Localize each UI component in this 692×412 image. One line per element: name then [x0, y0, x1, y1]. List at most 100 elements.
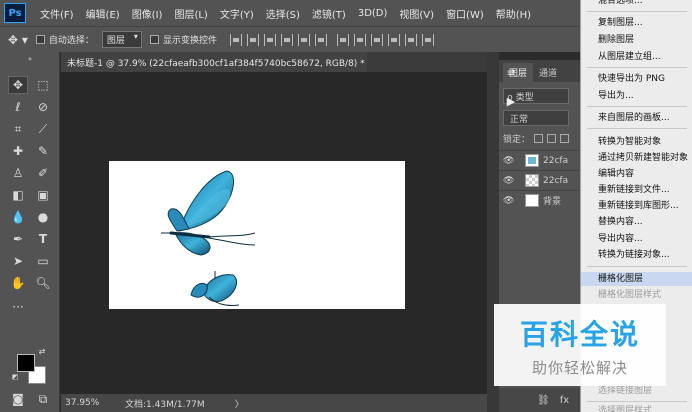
panel-options-icon[interactable]: ≡ — [504, 66, 518, 80]
fx-button[interactable]: fx — [560, 395, 569, 406]
distribute-right-icon[interactable] — [421, 33, 434, 46]
layer-name: 22cfa — [543, 175, 569, 186]
menu-edit[interactable]: 编辑(E) — [86, 6, 120, 21]
healing-brush-icon[interactable]: ✚ — [8, 142, 28, 160]
menu-item-relink-to-file[interactable]: 重新链接到文件... — [581, 183, 692, 197]
align-bottom-icon[interactable] — [263, 33, 276, 46]
menu-file[interactable]: 文件(F) — [40, 6, 74, 21]
lock-position-icon[interactable] — [560, 134, 570, 143]
status-arrow-icon[interactable]: 〉 — [235, 397, 244, 410]
menu-select[interactable]: 选择(S) — [266, 6, 300, 21]
eyedropper-icon[interactable]: ⟋ — [33, 120, 53, 138]
align-buttons — [225, 33, 434, 46]
menu-separator — [587, 128, 687, 129]
watermark-title: 百科全说 — [519, 317, 640, 351]
layer-name: 背景 — [543, 197, 562, 207]
move-tool-icon[interactable]: ✥ ▾ — [8, 33, 28, 47]
clone-stamp-icon[interactable]: ♙ — [8, 164, 28, 182]
lock-transparent-icon[interactable] — [534, 134, 544, 143]
menu-item-quick-export-png[interactable]: 快速导出为 PNG — [581, 72, 692, 86]
menu-type[interactable]: 文字(Y) — [220, 6, 254, 21]
auto-select-dropdown[interactable]: 图层 — [101, 31, 142, 48]
gradient-tool-icon[interactable]: ▣ — [33, 186, 53, 204]
distribute-vcenter-icon[interactable] — [353, 33, 366, 46]
align-vcenter-icon[interactable] — [246, 33, 259, 46]
document-tab[interactable]: 未标题-1 @ 37.9% (22cfaeafb300cf1af384f5740… — [61, 52, 367, 72]
menu-item-edit-contents[interactable]: 编辑内容 — [581, 167, 692, 181]
link-layers-icon[interactable]: ⛓ — [537, 395, 550, 406]
menu-item-duplicate-layer[interactable]: 复制图层... — [581, 16, 692, 30]
distribute-hcenter-icon[interactable] — [404, 33, 417, 46]
menu-item-export-contents[interactable]: 导出内容... — [581, 232, 692, 246]
status-bar: 37.95% 文档:1.43M/1.77M 〉 — [61, 394, 487, 412]
zoom-tool-icon[interactable]: 🔍︎ — [33, 274, 53, 292]
menu-item-group-from-layers[interactable]: 从图层建立组... — [581, 50, 692, 64]
move-tool-icon[interactable]: ✥ — [8, 76, 28, 94]
default-colors-icon[interactable]: ◩ — [10, 372, 20, 382]
path-select-icon[interactable]: ➤ — [8, 252, 28, 270]
align-top-icon[interactable] — [229, 33, 242, 46]
quick-mask-icon[interactable]: ◙ — [8, 390, 28, 408]
tab-channels[interactable]: 通道 — [533, 63, 563, 82]
blur-tool-icon[interactable]: 💧 — [8, 208, 28, 226]
lock-pixels-icon[interactable] — [547, 134, 557, 143]
menu-separator — [587, 67, 687, 68]
menu-item-blending-options[interactable]: 混合选项... — [581, 0, 692, 8]
menu-item-select-linked-layers[interactable]: 选择链接图层 — [581, 384, 692, 398]
distribute-top-icon[interactable] — [336, 33, 349, 46]
foreground-color-swatch[interactable] — [17, 354, 35, 372]
menu-item-select-layer-style[interactable]: 选择图层样式 — [581, 404, 692, 412]
align-right-icon[interactable] — [314, 33, 327, 46]
menu-3d[interactable]: 3D(D) — [358, 8, 388, 19]
watermark-subtitle: 助你轻松解决 — [531, 358, 628, 377]
lasso-tool-icon[interactable]: ℓ — [8, 98, 28, 116]
distribute-bottom-icon[interactable] — [370, 33, 383, 46]
menu-window[interactable]: 窗口(W) — [446, 6, 484, 21]
align-left-icon[interactable] — [280, 33, 293, 46]
auto-select-label: 自动选择： — [48, 36, 94, 46]
menu-item-new-smart-object-via-copy[interactable]: 通过拷贝新建智能对象 — [581, 151, 692, 165]
show-transform-checkbox[interactable]: 显示变换控件 — [149, 33, 217, 46]
align-hcenter-icon[interactable] — [297, 33, 310, 46]
menu-item-relink-to-library[interactable]: 重新链接到库图形... — [581, 199, 692, 213]
menu-item-convert-to-linked[interactable]: 转换为链接对象... — [581, 248, 692, 262]
document-canvas[interactable] — [109, 161, 405, 309]
menu-filter[interactable]: 滤镜(T) — [312, 6, 346, 21]
dodge-tool-icon[interactable]: ● — [33, 208, 53, 226]
menu-help[interactable]: 帮助(H) — [496, 6, 531, 21]
menu-item-rasterize-layer-style[interactable]: 栅格化图层样式 — [581, 288, 692, 302]
collapse-tools-icon[interactable]: « — [20, 54, 40, 64]
layer-thumbnail — [525, 174, 539, 187]
menu-item-export-as[interactable]: 导出为... — [581, 89, 692, 103]
hand-tool-icon[interactable]: ✋ — [8, 274, 28, 292]
more-tools-icon[interactable]: ··· — [8, 298, 28, 316]
swap-colors-icon[interactable]: ⇄ — [36, 346, 48, 356]
zoom-level[interactable]: 37.95% — [65, 398, 115, 408]
rectangle-tool-icon[interactable]: ▭ — [33, 252, 53, 270]
menu-view[interactable]: 视图(V) — [399, 6, 434, 21]
eraser-tool-icon[interactable]: ◧ — [8, 186, 28, 204]
tools-panel: « ✥ ⬚ ℓ ⊘ ⌗ ⟋ ✚ ✎ ♙ ✐ ◧ ▣ 💧 ● ✒ T ➤ ▭ ✋ … — [0, 52, 60, 412]
distribute-left-icon[interactable] — [387, 33, 400, 46]
history-brush-icon[interactable]: ✐ — [33, 164, 53, 182]
menu-item-convert-smart-object[interactable]: 转换为智能对象 — [581, 135, 692, 149]
menu-layer[interactable]: 图层(L) — [174, 6, 207, 21]
play-icon[interactable]: ▶ — [504, 94, 518, 108]
menu-separator — [587, 266, 687, 267]
menu-image[interactable]: 图像(I) — [132, 6, 163, 21]
marquee-tool-icon[interactable]: ⬚ — [33, 76, 53, 94]
menu-item-replace-contents[interactable]: 替换内容... — [581, 215, 692, 229]
auto-select-checkbox[interactable]: 自动选择： — [35, 33, 94, 46]
screen-mode-icon[interactable]: ⧉ — [33, 390, 53, 408]
type-tool-icon[interactable]: T — [33, 230, 53, 248]
menu-item-artboard-from-layers[interactable]: 来自图层的画板... — [581, 111, 692, 125]
pen-tool-icon[interactable]: ✒ — [8, 230, 28, 248]
brush-tool-icon[interactable]: ✎ — [33, 142, 53, 160]
canvas-area[interactable] — [61, 72, 487, 394]
crop-tool-icon[interactable]: ⌗ — [8, 120, 28, 138]
quick-select-icon[interactable]: ⊘ — [33, 98, 53, 116]
menu-item-rasterize-layer[interactable]: 栅格化图层 — [581, 272, 692, 286]
butterfly-image — [161, 170, 256, 306]
menu-item-delete-layer[interactable]: 删除图层 — [581, 33, 692, 47]
tab-bar-empty — [367, 52, 487, 72]
